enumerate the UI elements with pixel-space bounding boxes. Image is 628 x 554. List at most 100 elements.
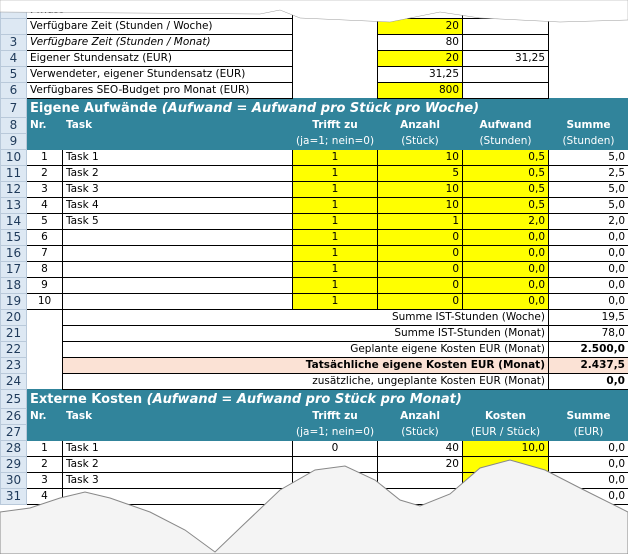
task-cell[interactable]: Task 3 [62,181,293,198]
summe-cell[interactable]: 0,0 [548,229,628,246]
summe-cell[interactable]: 0,0 [548,245,628,262]
trifft-cell[interactable]: 1 [292,229,378,246]
empty-cell[interactable] [549,83,628,99]
task-cell[interactable] [62,229,293,246]
value-cell[interactable] [462,82,549,99]
anzahl-cell[interactable]: 40 [377,440,463,457]
task-cell[interactable] [62,261,293,278]
aufwand-cell[interactable]: 0,0 [462,229,549,246]
summe-cell[interactable]: 2,5 [548,165,628,182]
empty-cell[interactable] [293,35,378,51]
input-cell[interactable]: 20 [377,50,463,67]
summe-cell[interactable]: 5,0 [548,197,628,214]
trifft-cell[interactable]: 1 [292,197,378,214]
trifft-cell[interactable]: 1 [292,181,378,198]
trifft-cell[interactable]: 1 [292,293,378,310]
empty-cell[interactable] [27,358,63,374]
summe-cell[interactable]: 0,0 [548,261,628,278]
trifft-cell[interactable]: 1 [292,245,378,262]
task-cell[interactable]: Task 2 [62,456,293,473]
input-cell[interactable]: 80 [377,34,463,51]
task-cell[interactable]: Task 1 [62,440,293,457]
nr-cell[interactable]: 2 [26,456,63,473]
trifft-cell[interactable]: 1 [292,213,378,230]
anzahl-cell[interactable]: 0 [377,245,463,262]
aufwand-cell[interactable]: 0,0 [462,245,549,262]
empty-cell[interactable] [293,51,378,67]
summe-cell[interactable]: 5,0 [548,149,628,166]
task-cell[interactable]: Task 1 [62,149,293,166]
label-cell[interactable]: Verfügbare Zeit (Stunden / Woche) [26,18,293,35]
summary-value[interactable]: 2.500,0 [548,341,628,358]
anzahl-cell[interactable]: 1 [377,213,463,230]
task-cell[interactable]: Task 2 [62,165,293,182]
aufwand-cell[interactable]: 0,0 [462,261,549,278]
summe-cell[interactable]: 0,0 [548,472,628,489]
task-cell[interactable] [62,293,293,310]
empty-cell[interactable] [293,67,378,83]
empty-cell[interactable] [293,19,378,35]
anzahl-cell[interactable]: 0 [377,277,463,294]
anzahl-cell[interactable]: 10 [377,197,463,214]
empty-cell[interactable] [549,35,628,51]
input-cell[interactable]: 800 [377,82,463,99]
empty-cell[interactable] [549,19,628,35]
value-cell[interactable] [462,34,549,51]
task-cell[interactable] [62,277,293,294]
aufwand-cell[interactable]: 0,0 [462,293,549,310]
anzahl-cell[interactable] [377,488,463,505]
summe-cell[interactable]: 0,0 [548,488,628,505]
aufwand-cell[interactable]: 2,0 [462,213,549,230]
anzahl-cell[interactable]: 0 [377,261,463,278]
aufwand-cell[interactable]: 0,5 [462,149,549,166]
summary-value[interactable]: 19,5 [548,309,628,326]
trifft-cell[interactable]: 0 [292,440,378,457]
value-cell[interactable] [462,18,549,35]
empty-cell[interactable] [27,374,63,390]
trifft-cell[interactable] [292,488,378,505]
summe-cell[interactable]: 2,0 [548,213,628,230]
input-cell[interactable]: 31,25 [377,66,463,83]
task-cell[interactable] [62,488,293,505]
label-cell[interactable]: Verfügbare Zeit (Stunden / Monat) [26,34,293,51]
nr-cell[interactable]: 7 [26,245,63,262]
anzahl-cell[interactable] [377,472,463,489]
summe-cell[interactable]: 0,0 [548,277,628,294]
empty-cell[interactable] [549,51,628,67]
empty-cell[interactable] [27,342,63,358]
empty-cell[interactable] [293,3,378,19]
nr-cell[interactable]: 6 [26,229,63,246]
nr-cell[interactable]: 3 [26,472,63,489]
summe-cell[interactable]: 5,0 [548,181,628,198]
trifft-cell[interactable] [292,472,378,489]
trifft-cell[interactable] [292,456,378,473]
empty-cell[interactable] [549,3,628,19]
value-cell[interactable] [462,2,549,19]
nr-cell[interactable]: 10 [26,293,63,310]
empty-cell[interactable] [27,310,63,326]
anzahl-cell[interactable]: 10 [377,181,463,198]
summary-value[interactable]: 78,0 [548,325,628,342]
anzahl-cell[interactable]: 0 [377,293,463,310]
task-cell[interactable] [62,245,293,262]
empty-cell[interactable] [27,326,63,342]
label-cell[interactable]: Verwendeter, eigener Stundensatz (EUR) [26,66,293,83]
empty-cell[interactable] [549,67,628,83]
empty-cell[interactable] [293,83,378,99]
input-cell[interactable]: 20 [377,18,463,35]
aufwand-cell[interactable]: 0,5 [462,165,549,182]
kosten-cell[interactable]: 10,0 [462,440,549,457]
summe-cell[interactable]: 0,0 [548,293,628,310]
label-cell[interactable]: Verfügbares SEO-Budget pro Monat (EUR) [26,82,293,99]
summary-value[interactable]: 0,0 [548,373,628,390]
aufwand-cell[interactable]: 0,0 [462,277,549,294]
nr-cell[interactable]: 2 [26,165,63,182]
input-cell[interactable] [377,2,463,19]
nr-cell[interactable]: 4 [26,488,63,505]
nr-cell[interactable]: 9 [26,277,63,294]
summe-cell[interactable]: 0,0 [548,440,628,457]
trifft-cell[interactable]: 1 [292,277,378,294]
nr-cell[interactable]: 4 [26,197,63,214]
task-cell[interactable]: Task 4 [62,197,293,214]
task-cell[interactable]: Task 3 [62,472,293,489]
